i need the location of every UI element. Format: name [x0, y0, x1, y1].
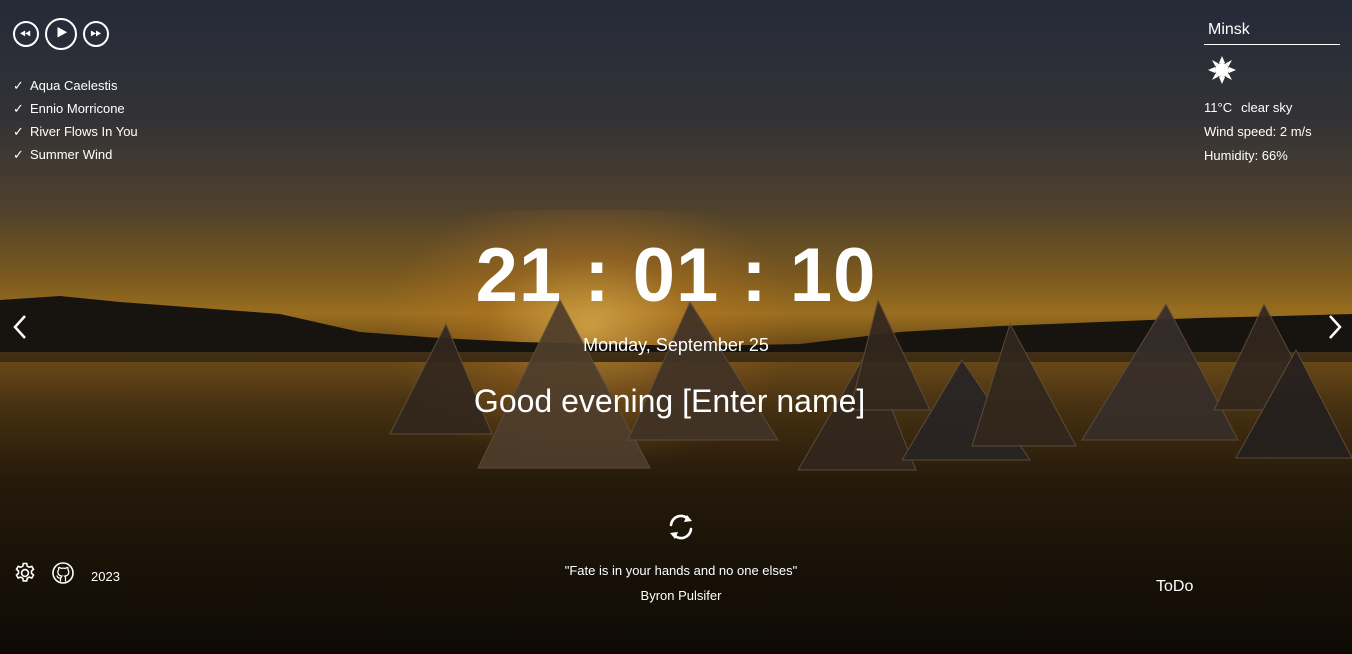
playlist-item[interactable]: ✓ Aqua Caelestis	[13, 74, 138, 97]
audio-player	[13, 18, 109, 50]
rewind-button[interactable]	[13, 21, 39, 47]
weather-description: clear sky	[1241, 100, 1293, 115]
check-icon: ✓	[13, 78, 24, 93]
dark-overlay	[0, 0, 1352, 654]
playlist-item[interactable]: ✓ Ennio Morricone	[13, 97, 138, 120]
fast-forward-button[interactable]	[83, 21, 109, 47]
quote-text: "Fate is in your hands and no one elses"	[564, 563, 798, 578]
track-title: Ennio Morricone	[30, 101, 125, 116]
play-button[interactable]	[45, 18, 77, 50]
track-title: River Flows In You	[30, 124, 138, 139]
weather-temp-row: 11°C clear sky	[1204, 96, 1340, 120]
city-input[interactable]	[1204, 18, 1340, 45]
quote-author: Byron Pulsifer	[640, 588, 722, 603]
play-icon	[57, 27, 68, 38]
clock-time: 21 : 01 : 10	[475, 233, 877, 318]
track-title: Summer Wind	[30, 147, 113, 162]
todo-button[interactable]: ToDo	[1156, 578, 1193, 596]
footer: 2023	[13, 561, 120, 585]
playlist: ✓ Aqua Caelestis ✓ Ennio Morricone ✓ River …	[13, 74, 138, 166]
weather-widget: 11°C clear sky Wind speed: 2 m/s Humidity…	[1204, 18, 1340, 168]
date-display: Monday, September 25	[583, 335, 769, 355]
wind-speed: Wind speed: 2 m/s	[1204, 124, 1312, 139]
momentum-dashboard: ✓ Aqua Caelestis ✓ Ennio Morricone ✓ River …	[0, 0, 1352, 654]
check-icon: ✓	[13, 101, 24, 116]
rewind-icon	[20, 30, 31, 37]
name-input[interactable]	[682, 383, 879, 421]
check-icon: ✓	[13, 147, 24, 162]
playlist-item[interactable]: ✓ River Flows In You	[13, 120, 138, 143]
clear-sky-sun-icon	[1208, 56, 1236, 84]
github-icon[interactable]	[51, 561, 75, 585]
humidity: Humidity: 66%	[1204, 148, 1288, 163]
gear-icon[interactable]	[13, 561, 37, 585]
refresh-icon[interactable]	[665, 511, 697, 543]
check-icon: ✓	[13, 124, 24, 139]
track-title: Aqua Caelestis	[30, 78, 118, 93]
greeting-row: Good evening	[0, 381, 1352, 421]
playlist-item[interactable]: ✓ Summer Wind	[13, 143, 138, 166]
fast-forward-icon	[90, 30, 102, 37]
copyright-year: 2023	[91, 568, 120, 584]
greeting-text: Good evening	[473, 383, 683, 420]
temperature: 11°C	[1204, 100, 1233, 115]
